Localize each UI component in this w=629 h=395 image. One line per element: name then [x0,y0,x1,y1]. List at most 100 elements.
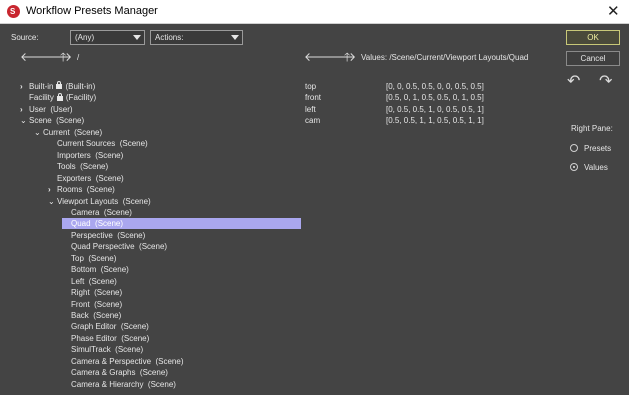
tree-item-label: SimulTrack [71,345,111,355]
tree-item-tag: (Scene) [121,333,150,343]
tree-item-label: Camera & Graphs [71,368,136,378]
actions-dropdown[interactable]: Actions: [150,30,243,45]
value-data[interactable]: [0.5, 0, 1, 0.5, 0.5, 0, 1, 0.5] [386,92,484,103]
tree-item-tag: (Scene) [139,368,168,378]
value-data[interactable]: [0.5, 0.5, 1, 1, 0.5, 0.5, 1, 1] [386,115,484,126]
tree-item[interactable]: Camera & Perspective (Scene) [62,356,184,367]
tree-item[interactable]: Top (Scene) [62,253,116,264]
tree-item[interactable]: Quad Perspective (Scene) [62,241,167,252]
tree-item-label: Camera [71,207,100,217]
tree-item[interactable]: ⌄ Viewport Layouts (Scene) [48,196,151,207]
tree-item[interactable]: Bottom (Scene) [62,264,129,275]
tree-item[interactable]: › User (User) [20,104,73,115]
lock-icon [56,92,63,101]
chevron-right-icon[interactable]: › [20,104,29,115]
up-arrow-icon[interactable]: 🡑 [60,51,66,63]
values-forward-arrow-icon[interactable]: 🡒 [324,51,356,63]
tree-item-tag: (Scene) [103,207,132,217]
source-dropdown-value: (Any) [75,33,95,42]
tree-item-label: Quad [71,219,91,229]
tree-item-label: Exporters [57,173,92,183]
tree-item-label: Graph Editor [71,322,117,332]
window-title: Workflow Presets Manager [26,5,158,17]
value-key[interactable]: left [305,104,316,115]
source-label: Source: [11,33,39,42]
tree-item-label: Importers [57,150,91,160]
tree-item[interactable]: ⌄ Scene (Scene) [20,115,84,126]
tree-item[interactable]: › Built-in (Built-in) [20,81,95,92]
tree-item[interactable]: Graph Editor (Scene) [62,321,149,332]
values-up-arrow-icon[interactable]: 🡑 [344,51,350,63]
ok-button[interactable]: OK [566,30,620,45]
close-icon[interactable]: ✕ [607,2,620,20]
tree-item[interactable]: Perspective (Scene) [62,230,145,241]
tree-item[interactable]: Facility (Facility) [20,92,96,103]
chevron-down-icon[interactable]: ⌄ [34,127,43,138]
forward-arrow-icon[interactable]: 🡒 [40,51,72,63]
tree-item[interactable]: › Rooms (Scene) [48,184,115,195]
tree-item[interactable]: Back (Scene) [62,310,121,321]
right-pane-label: Right Pane: [571,124,613,133]
chevron-right-icon[interactable]: › [48,184,57,195]
tree-item-label: Tools [57,162,76,172]
tree-item-tag: (Scene) [80,162,109,172]
radio-presets[interactable] [570,144,578,152]
value-key[interactable]: top [305,81,316,92]
tree-item-label: Rooms [57,185,83,195]
chevron-right-icon[interactable]: › [20,81,29,92]
chevron-down-icon[interactable]: ⌄ [48,196,57,207]
actions-dropdown-value: Actions: [155,33,184,42]
tree-item-tag: (Scene) [100,265,129,275]
tree-item-label: Camera & Hierarchy [71,379,144,389]
value-data[interactable]: [0, 0, 0.5, 0.5, 0, 0, 0.5, 0.5] [386,81,484,92]
tree-item[interactable]: Camera & Hierarchy (Scene) [62,379,176,390]
tree-item-label: User [29,104,46,114]
tree-item-tag: (Scene) [88,276,117,286]
current-path: / [77,53,80,62]
value-key[interactable]: cam [305,115,320,126]
tree-item-tag: (Scene) [155,356,184,366]
tree-item[interactable]: Front (Scene) [62,299,122,310]
cancel-button[interactable]: Cancel [566,51,620,66]
chevron-down-icon[interactable]: ⌄ [20,115,29,126]
tree-item[interactable]: Left (Scene) [62,276,117,287]
tree-item-label: Right [71,288,90,298]
tree-item[interactable]: Right (Scene) [62,287,122,298]
tree-item[interactable]: Camera & Graphs (Scene) [62,367,168,378]
tree-item[interactable]: Quad (Scene) [62,218,301,230]
tree-item-tag: (Scene) [115,345,144,355]
tree-item[interactable]: SimulTrack (Scene) [62,344,143,355]
tree-item-label: Facility [29,93,54,103]
tree-item-tag: (Scene) [117,230,146,240]
value-data[interactable]: [0, 0.5, 0.5, 1, 0, 0.5, 0.5, 1] [386,104,484,115]
redo-icon[interactable]: ↷ [599,71,612,91]
tree-item-tag: (Scene) [122,196,151,206]
tree-item[interactable]: ⌄ Current (Scene) [34,127,102,138]
tree-item-tag: (Scene) [93,311,122,320]
lock-icon [56,81,63,90]
tree-item-label: Quad Perspective [71,242,135,252]
tree-item-tag: (Scene) [94,299,123,309]
tree-item[interactable]: Camera (Scene) [62,207,132,218]
tree-item[interactable]: Phase Editor (Scene) [62,333,149,344]
chevron-down-icon [231,35,239,40]
source-dropdown[interactable]: (Any) [70,30,145,45]
tree-item[interactable]: Tools (Scene) [48,161,108,172]
tree-item-tag: (Scene) [95,173,124,183]
app-logo-icon: S [7,5,20,18]
value-key[interactable]: front [305,92,321,103]
tree-item[interactable]: Exporters (Scene) [48,173,124,184]
tree-item-label: Current Sources [57,139,116,149]
tree-item-label: Scene [29,116,52,126]
radio-values-label: Values [584,163,608,172]
radio-values[interactable] [570,163,578,171]
title-bar: S Workflow Presets Manager ✕ [0,0,629,24]
undo-icon[interactable]: ↶ [567,71,580,91]
tree-item-tag: (Scene) [95,219,124,229]
tree-item[interactable]: Current Sources (Scene) [48,138,148,149]
tree-item-tag: (Scene) [88,253,117,263]
tree-item-tag: (Scene) [139,242,168,252]
tree-item[interactable]: Importers (Scene) [48,150,123,161]
tree-item-label: Current [43,127,70,137]
tree-item-tag: (Scene) [119,139,148,149]
